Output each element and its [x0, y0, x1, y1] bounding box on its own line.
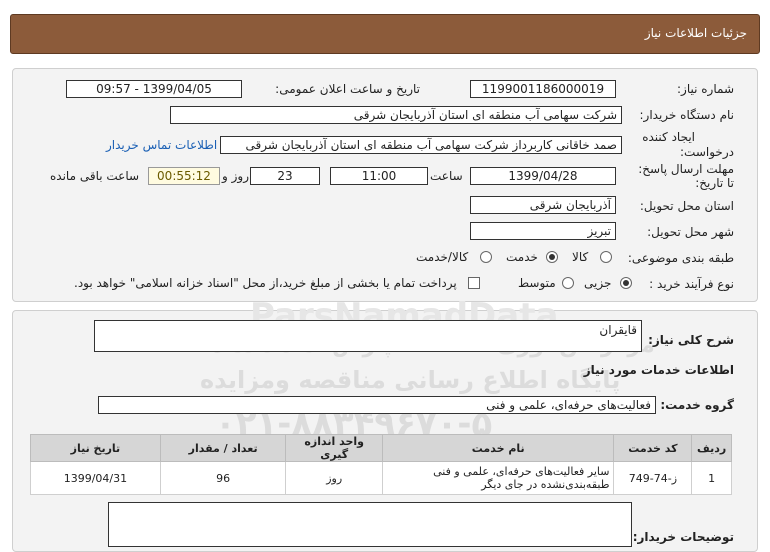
- summary-field[interactable]: قایقران: [94, 320, 642, 352]
- service-group-label: گروه خدمت:: [660, 398, 734, 412]
- city-label: شهر محل تحویل:: [647, 225, 734, 239]
- process-minor-label: جزیی: [584, 276, 612, 290]
- page-header: جزئیات اطلاعات نیاز: [10, 14, 760, 54]
- process-medium-label: متوسط: [518, 276, 556, 290]
- buyer-notes-label: توضیحات خریدار:: [632, 530, 734, 544]
- service-group-field[interactable]: فعالیت‌های حرفه‌ای، علمی و فنی: [98, 396, 656, 414]
- services-section-title: اطلاعات خدمات مورد نیاز: [583, 363, 734, 377]
- category-goods-service-label: کالا/خدمت: [416, 250, 469, 264]
- col-service-name: نام خدمت: [381, 434, 615, 462]
- buyer-notes-field[interactable]: [108, 502, 632, 547]
- creator-field[interactable]: صمد خاقانی کاربرداز شرکت سهامی آب منطقه …: [220, 136, 622, 154]
- deadline-date-field[interactable]: 1399/04/28: [470, 167, 616, 185]
- deadline-time-field[interactable]: 11:00: [330, 167, 428, 185]
- cell-unit: روز: [285, 461, 383, 495]
- province-field[interactable]: آذربایجان شرقی: [470, 196, 616, 214]
- col-unit: واحد اندازه گیری: [285, 434, 383, 462]
- buyer-org-label: نام دستگاه خریدار:: [639, 108, 735, 122]
- services-table-header: ردیف کد خدمت نام خدمت واحد اندازه گیری ت…: [30, 434, 732, 462]
- announce-date-field[interactable]: 1399/04/05 - 09:57: [66, 80, 242, 98]
- remaining-time-label: ساعت باقی مانده: [50, 169, 140, 183]
- category-goods-label: کالا: [572, 250, 589, 264]
- treasury-payment-checkbox[interactable]: [468, 277, 480, 289]
- page-title: جزئیات اطلاعات نیاز: [644, 26, 747, 40]
- category-label: طبقه بندی موضوعی:: [627, 251, 734, 265]
- deadline-label-1: مهلت ارسال پاسخ:: [638, 162, 734, 176]
- process-medium-radio[interactable]: [562, 277, 574, 289]
- col-row-number: ردیف: [691, 434, 732, 462]
- cell-quantity: 96: [159, 461, 287, 495]
- buyer-org-field[interactable]: شرکت سهامی آب منطقه ای استان آذربایجان ش…: [170, 106, 622, 124]
- cell-service-code: ز-74-749: [613, 461, 693, 495]
- col-need-date: تاریخ نیاز: [30, 434, 161, 462]
- days-remaining-field: 23: [250, 167, 320, 185]
- buyer-contact-link[interactable]: اطلاعات تماس خریدار: [106, 138, 217, 152]
- process-minor-radio[interactable]: [620, 277, 632, 289]
- deadline-label-2: تا تاریخ:: [695, 176, 734, 190]
- days-label: روز و: [222, 169, 249, 183]
- creator-label-2: درخواست:: [680, 145, 734, 159]
- table-row: 1 ز-74-749 سایر فعالیت‌های حرفه‌ای، علمی…: [30, 461, 732, 495]
- province-label: استان محل تحویل:: [639, 199, 734, 213]
- col-service-code: کد خدمت: [613, 434, 693, 462]
- services-table: ردیف کد خدمت نام خدمت واحد اندازه گیری ت…: [30, 434, 732, 495]
- col-quantity: تعداد / مقدار: [159, 434, 287, 462]
- deadline-time-label: ساعت: [430, 169, 463, 183]
- cell-service-name: سایر فعالیت‌های حرفه‌ای، علمی و فنی طبقه…: [381, 461, 615, 495]
- city-field[interactable]: تبریز: [470, 222, 616, 240]
- remaining-time-countdown: 00:55:12: [148, 167, 220, 185]
- need-number-field[interactable]: 1199001186000019: [470, 80, 616, 98]
- category-service-label: خدمت: [506, 250, 538, 264]
- summary-label: شرح کلی نیاز:: [648, 333, 734, 347]
- creator-label-1: ایجاد کننده: [642, 130, 695, 144]
- cell-row-number: 1: [691, 461, 732, 495]
- category-goods-radio[interactable]: [600, 251, 612, 263]
- process-type-label: نوع فرآیند خرید :: [649, 277, 734, 291]
- need-info-panel: [12, 68, 758, 302]
- cell-need-date: 1399/04/31: [30, 461, 161, 495]
- announce-date-label: تاریخ و ساعت اعلان عمومی:: [275, 82, 420, 96]
- category-service-radio[interactable]: [546, 251, 558, 263]
- need-number-label: شماره نیاز:: [677, 82, 734, 96]
- category-goods-service-radio[interactable]: [480, 251, 492, 263]
- treasury-payment-note: پرداخت تمام یا بخشی از مبلغ خرید،از محل …: [74, 276, 457, 290]
